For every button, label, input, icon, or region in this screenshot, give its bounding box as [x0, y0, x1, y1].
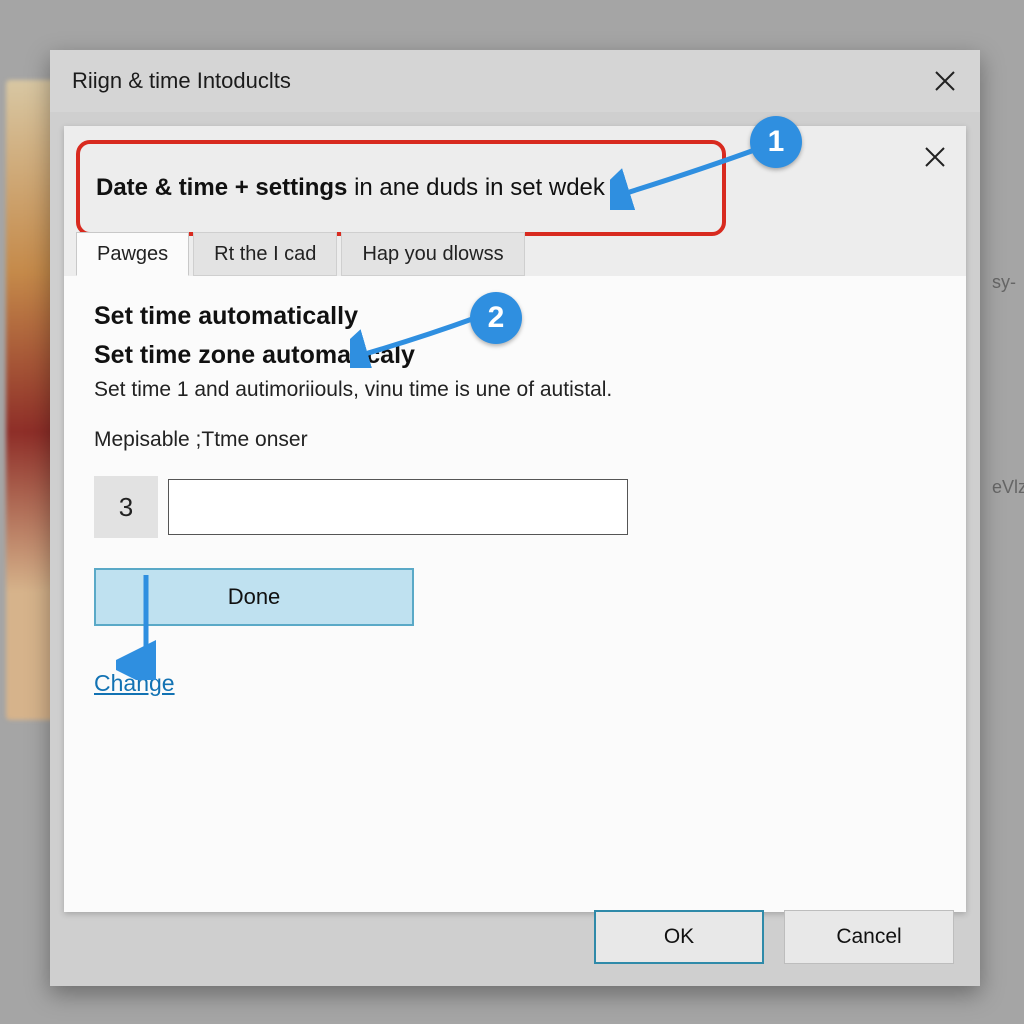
heading-text: Date & time + settings in ane duds in se… — [96, 174, 605, 202]
step-number-box: 3 — [94, 476, 158, 538]
highlight-box-heading: Date & time + settings in ane duds in se… — [76, 140, 726, 236]
change-link-label: Change — [94, 670, 175, 696]
body-area: Set time automatically Set time zone aut… — [64, 276, 966, 717]
tab-label: Pawges — [97, 243, 168, 266]
footer-buttons: OK Cancel — [594, 910, 954, 964]
cancel-button[interactable]: Cancel — [784, 910, 954, 964]
set-timezone-auto-label: Set time zone automaticaly — [94, 341, 936, 370]
description-line-1: Set time 1 and autimoriiouls, vinu time … — [94, 378, 936, 402]
cancel-button-label: Cancel — [836, 925, 901, 949]
tab-hap-you-dlowss[interactable]: Hap you dlowss — [341, 232, 524, 276]
callout-number: 1 — [768, 125, 785, 159]
outer-dialog-title: Riign & time Intoduclts — [72, 68, 291, 94]
outer-dialog: Riign & time Intoduclts Date & time + se… — [50, 50, 980, 986]
tab-rt-the-i-cad[interactable]: Rt the I cad — [193, 232, 337, 276]
time-input[interactable] — [168, 479, 628, 535]
annotation-callout-2: 2 — [470, 292, 522, 344]
heading-bold: Date & time + settings — [96, 174, 347, 201]
ok-button-label: OK — [664, 925, 694, 949]
bg-frag-1: sy- — [992, 260, 1024, 305]
outer-titlebar: Riign & time Intoduclts — [50, 50, 980, 112]
tab-label: Hap you dlowss — [362, 243, 503, 266]
tab-label: Rt the I cad — [214, 243, 316, 266]
callout-number: 2 — [488, 301, 505, 335]
bg-frag-2: eVlz — [992, 465, 1024, 510]
tab-strip: Pawges Rt the I cad Hap you dlowss — [76, 232, 525, 276]
step-number: 3 — [119, 492, 133, 523]
heading-rest: in ane duds in set wdek — [347, 174, 605, 201]
change-link[interactable]: Change — [94, 670, 175, 696]
done-button-label: Done — [228, 584, 281, 610]
close-icon[interactable] — [928, 64, 962, 98]
inner-close-icon[interactable] — [924, 144, 946, 175]
ok-button[interactable]: OK — [594, 910, 764, 964]
done-button[interactable]: Done — [94, 568, 414, 626]
background-text-fragments: sy- eVlz — [992, 260, 1024, 510]
description-line-2: Mepisable ;Ttme onser — [94, 428, 936, 452]
inner-header: Date & time + settings in ane duds in se… — [64, 126, 966, 276]
tab-pawges[interactable]: Pawges — [76, 232, 189, 276]
inner-panel: Date & time + settings in ane duds in se… — [64, 126, 966, 912]
input-row: 3 — [94, 476, 936, 538]
annotation-callout-1: 1 — [750, 116, 802, 168]
